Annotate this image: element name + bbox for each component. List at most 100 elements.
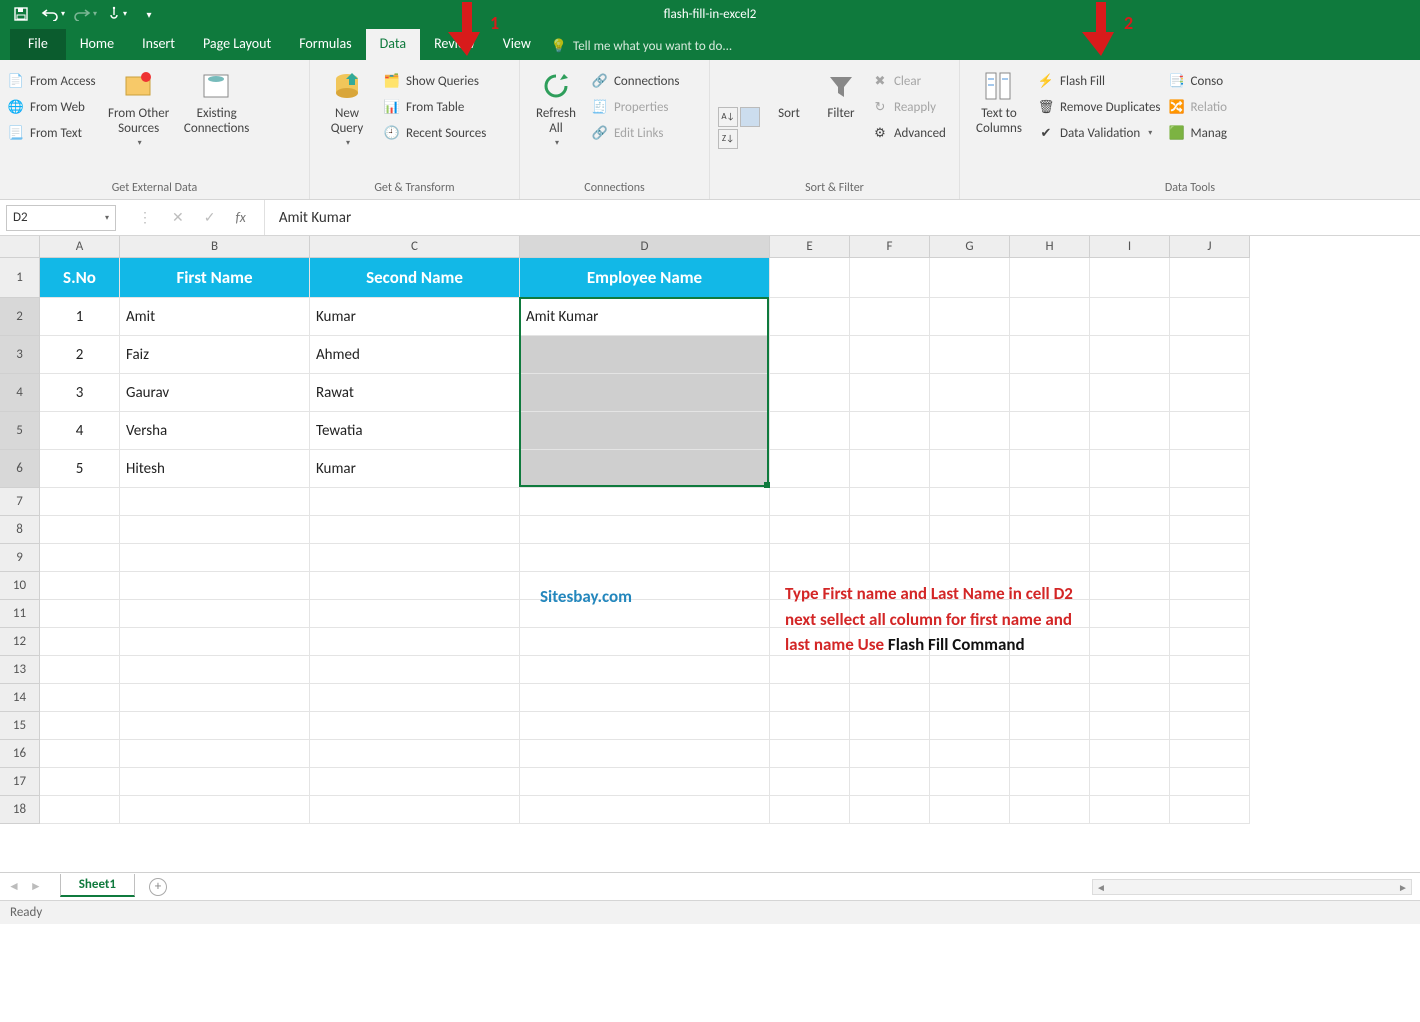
cell[interactable]	[930, 684, 1010, 712]
cell[interactable]	[520, 488, 770, 516]
edit-links-button[interactable]: 🔗Edit Links	[592, 122, 679, 144]
cell[interactable]	[120, 796, 310, 824]
cell[interactable]	[1090, 488, 1170, 516]
cell[interactable]	[520, 740, 770, 768]
cell[interactable]	[930, 258, 1010, 298]
from-table-button[interactable]: 📊From Table	[384, 96, 486, 118]
cell[interactable]	[770, 412, 850, 450]
column-header-A[interactable]: A	[40, 236, 120, 258]
cell[interactable]: Amit	[120, 298, 310, 336]
cell[interactable]	[1170, 298, 1250, 336]
cell[interactable]: Ahmed	[310, 336, 520, 374]
cell[interactable]	[1010, 712, 1090, 740]
row-header-6[interactable]: 6	[0, 450, 40, 488]
column-header-C[interactable]: C	[310, 236, 520, 258]
sort-button[interactable]: Sort	[768, 66, 810, 179]
column-header-F[interactable]: F	[850, 236, 930, 258]
cell[interactable]	[1170, 412, 1250, 450]
cell[interactable]	[520, 450, 770, 488]
cell[interactable]	[1010, 298, 1090, 336]
cell[interactable]	[770, 516, 850, 544]
row-header-4[interactable]: 4	[0, 374, 40, 412]
cell[interactable]	[930, 712, 1010, 740]
fb-more-icon[interactable]: ⋮	[138, 209, 152, 226]
cell[interactable]	[1170, 544, 1250, 572]
cell[interactable]	[770, 684, 850, 712]
sort-grid-button[interactable]	[740, 107, 760, 127]
cell[interactable]	[850, 740, 930, 768]
cell[interactable]: 3	[40, 374, 120, 412]
cell[interactable]	[770, 544, 850, 572]
cell[interactable]	[770, 740, 850, 768]
cell[interactable]	[1170, 488, 1250, 516]
cell[interactable]	[1010, 656, 1090, 684]
cell[interactable]	[1010, 488, 1090, 516]
table-header[interactable]: First Name	[120, 258, 310, 298]
cell[interactable]	[40, 684, 120, 712]
cell[interactable]: Tewatia	[310, 412, 520, 450]
row-header-2[interactable]: 2	[0, 298, 40, 336]
cell[interactable]	[1010, 684, 1090, 712]
cell[interactable]	[930, 412, 1010, 450]
cell[interactable]	[310, 516, 520, 544]
row-header-16[interactable]: 16	[0, 740, 40, 768]
cell[interactable]	[310, 768, 520, 796]
cell[interactable]	[120, 656, 310, 684]
cell[interactable]	[770, 450, 850, 488]
relationships-button[interactable]: 🔀Relatio	[1169, 96, 1228, 118]
worksheet-grid[interactable]: ABCDEFGHIJ 123456789101112131415161718 S…	[0, 236, 1420, 872]
cell[interactable]	[310, 572, 520, 600]
row-header-9[interactable]: 9	[0, 544, 40, 572]
column-header-J[interactable]: J	[1170, 236, 1250, 258]
cell[interactable]: Amit Kumar	[520, 298, 770, 336]
cell[interactable]	[1170, 336, 1250, 374]
touch-mode-button[interactable]: ▾	[102, 2, 132, 26]
cell[interactable]: Versha	[120, 412, 310, 450]
cell[interactable]	[770, 374, 850, 412]
row-header-8[interactable]: 8	[0, 516, 40, 544]
select-all-button[interactable]	[0, 236, 40, 258]
cell[interactable]	[40, 544, 120, 572]
show-queries-button[interactable]: 🗂️Show Queries	[384, 70, 486, 92]
cell[interactable]	[40, 572, 120, 600]
cell[interactable]	[1010, 336, 1090, 374]
row-header-15[interactable]: 15	[0, 712, 40, 740]
tab-formulas[interactable]: Formulas	[285, 29, 365, 60]
cell[interactable]	[520, 336, 770, 374]
cell[interactable]	[1090, 712, 1170, 740]
cell[interactable]: Rawat	[310, 374, 520, 412]
cell[interactable]	[40, 740, 120, 768]
cell[interactable]	[1170, 450, 1250, 488]
cell[interactable]	[1090, 656, 1170, 684]
row-header-1[interactable]: 1	[0, 258, 40, 298]
cell[interactable]	[770, 768, 850, 796]
cell[interactable]	[310, 796, 520, 824]
cell[interactable]	[120, 684, 310, 712]
sort-desc-button[interactable]: Z↓	[718, 129, 738, 149]
cell[interactable]	[850, 412, 930, 450]
cell[interactable]	[1010, 544, 1090, 572]
cell[interactable]	[1090, 796, 1170, 824]
cell[interactable]	[120, 740, 310, 768]
cell[interactable]	[1170, 796, 1250, 824]
sheet-next-button[interactable]: ►	[30, 879, 42, 894]
cell[interactable]	[310, 684, 520, 712]
cell[interactable]	[850, 712, 930, 740]
refresh-all-button[interactable]: Refresh All▾	[528, 66, 584, 179]
table-header[interactable]: S.No	[40, 258, 120, 298]
cell[interactable]	[310, 712, 520, 740]
row-header-3[interactable]: 3	[0, 336, 40, 374]
column-header-G[interactable]: G	[930, 236, 1010, 258]
cell[interactable]	[850, 796, 930, 824]
cell[interactable]	[120, 544, 310, 572]
cell[interactable]	[1170, 684, 1250, 712]
cell[interactable]	[120, 488, 310, 516]
cell[interactable]	[850, 298, 930, 336]
cell[interactable]	[930, 656, 1010, 684]
cell[interactable]	[40, 628, 120, 656]
cell[interactable]	[930, 488, 1010, 516]
cell[interactable]	[930, 374, 1010, 412]
cell[interactable]	[520, 796, 770, 824]
cell[interactable]: Kumar	[310, 298, 520, 336]
cell[interactable]	[1090, 768, 1170, 796]
